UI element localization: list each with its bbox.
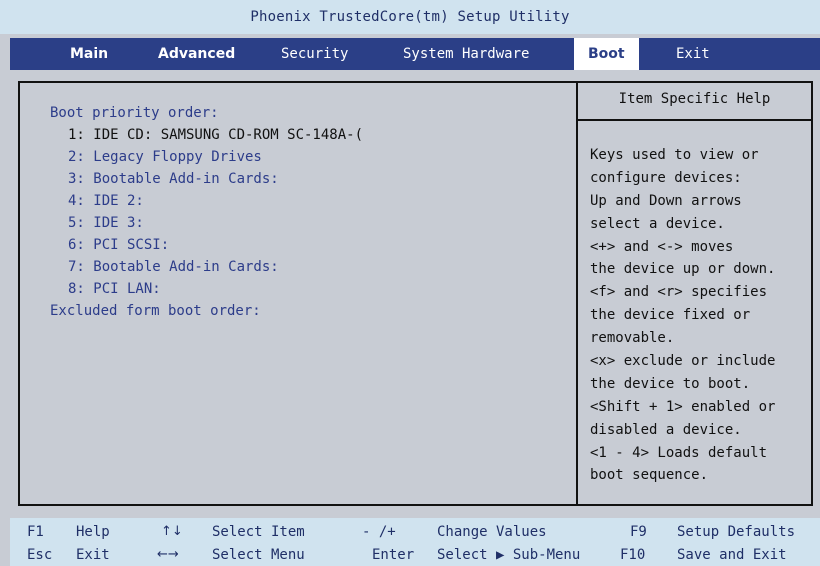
tab-exit[interactable]: Exit	[676, 38, 710, 70]
help-line: <Shift + 1> enabled or	[590, 398, 776, 415]
tab-main[interactable]: Main	[70, 38, 108, 70]
up-down-arrows-icon: ↑↓	[161, 524, 183, 539]
help-line: Up and Down arrows	[590, 192, 742, 209]
boot-item-8[interactable]: 8: PCI LAN:	[50, 278, 363, 300]
tab-advanced[interactable]: Advanced	[158, 38, 235, 70]
f10-label: Save and Exit	[677, 547, 787, 563]
boot-panel: Boot priority order: 1: IDE CD: SAMSUNG …	[18, 81, 813, 506]
f1-label: Help	[76, 524, 110, 540]
minus-plus-key: - /+	[362, 524, 396, 540]
help-line: select a device.	[590, 215, 725, 232]
boot-item-3[interactable]: 3: Bootable Add-in Cards:	[50, 168, 363, 190]
enter-key: Enter	[372, 547, 415, 563]
boot-item-5[interactable]: 5: IDE 3:	[50, 212, 363, 234]
select-item-label: Select Item	[212, 524, 305, 540]
boot-item-6[interactable]: 6: PCI SCSI:	[50, 234, 363, 256]
help-line: the device fixed or	[590, 307, 751, 324]
select-menu-label: Select Menu	[212, 547, 305, 563]
change-values-label: Change Values	[437, 524, 547, 540]
help-line: <+> and <-> moves	[590, 238, 734, 255]
help-line: disabled a device.	[590, 421, 742, 438]
tab-security[interactable]: Security	[281, 38, 348, 70]
excluded-header: Excluded form boot order:	[50, 303, 261, 319]
f1-key: F1	[27, 524, 44, 540]
boot-order-list: Boot priority order: 1: IDE CD: SAMSUNG …	[50, 102, 363, 322]
menu-bar: Main Advanced Security System Hardware B…	[10, 38, 820, 70]
esc-key: Esc	[27, 547, 53, 563]
f10-key: F10	[620, 547, 646, 563]
help-line: <x> exclude or include	[590, 353, 776, 370]
esc-label: Exit	[76, 547, 110, 563]
left-right-arrows-icon: ←→	[157, 547, 179, 562]
help-line: the device up or down.	[590, 261, 776, 278]
key-legend: F1 Help ↑↓ Select Item - /+ Change Value…	[10, 518, 820, 566]
select-submenu-label: Select ▶ Sub-Menu	[437, 547, 581, 563]
help-text: Keys used to view or configure devices: …	[590, 144, 775, 487]
pane-divider	[576, 83, 578, 504]
f9-label: Setup Defaults	[677, 524, 796, 540]
boot-item-7[interactable]: 7: Bootable Add-in Cards:	[50, 256, 363, 278]
help-line: <f> and <r> specifies	[590, 284, 768, 301]
f9-key: F9	[630, 524, 647, 540]
help-title: Item Specific Help	[618, 91, 771, 107]
tab-boot[interactable]: Boot	[574, 38, 639, 70]
help-line: Keys used to view or	[590, 147, 759, 163]
help-divider	[578, 119, 811, 121]
boot-item-4[interactable]: 4: IDE 2:	[50, 190, 363, 212]
tab-system-hardware[interactable]: System Hardware	[403, 38, 529, 70]
boot-item-2[interactable]: 2: Legacy Floppy Drives	[50, 146, 363, 168]
boot-priority-header: Boot priority order:	[50, 105, 219, 121]
window-title: Phoenix TrustedCore(tm) Setup Utility	[0, 0, 820, 34]
help-line: the device to boot.	[590, 375, 751, 392]
help-line: <1 - 4> Loads default	[590, 444, 768, 461]
help-line: boot sequence.	[590, 467, 709, 484]
help-line: configure devices:	[590, 169, 742, 186]
help-line: removable.	[590, 330, 675, 347]
main-content: Boot priority order: 1: IDE CD: SAMSUNG …	[10, 70, 820, 510]
boot-item-1[interactable]: 1: IDE CD: SAMSUNG CD-ROM SC-148A-(	[50, 124, 363, 146]
